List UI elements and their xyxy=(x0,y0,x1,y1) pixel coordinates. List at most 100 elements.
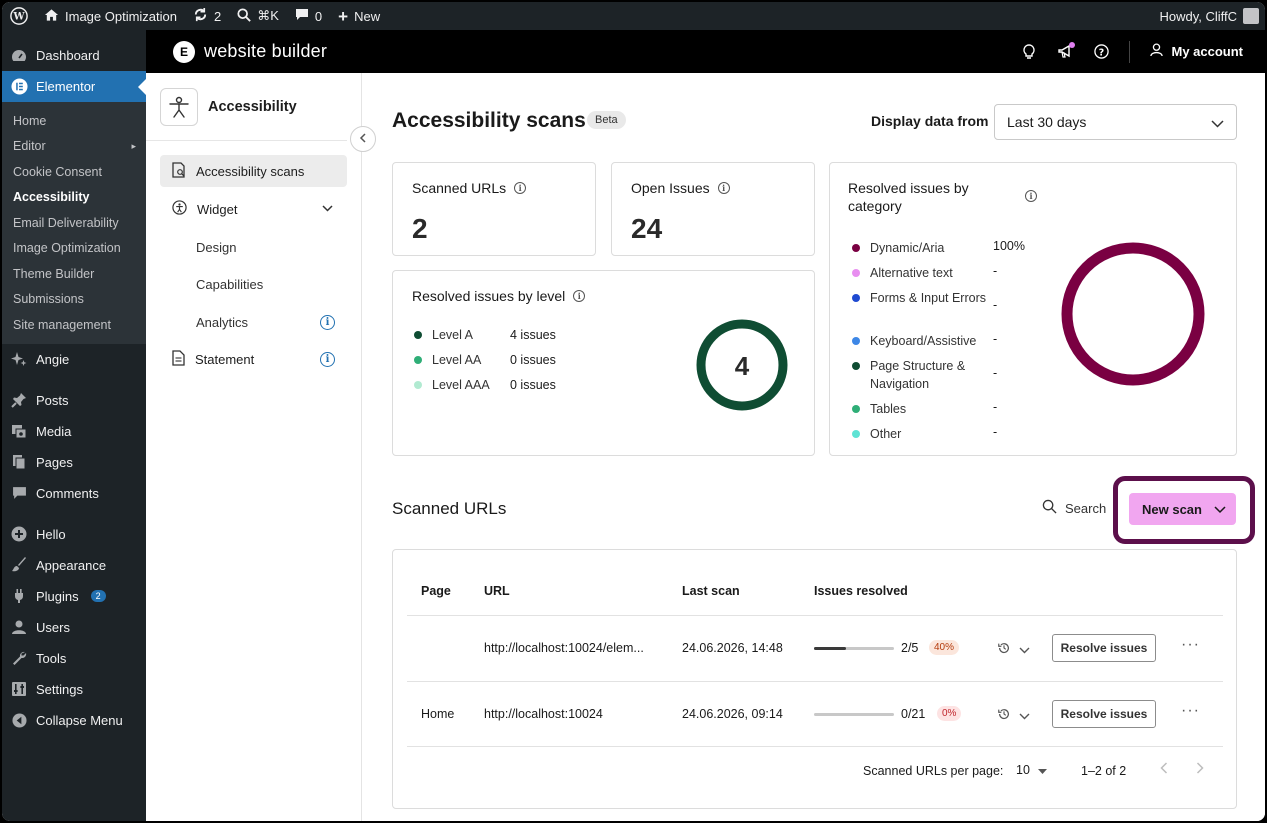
elementor-submenu: Home Editor ▸ Cookie Consent Accessibilit… xyxy=(2,102,146,344)
new-scan-label: New scan xyxy=(1142,501,1202,517)
menu-users[interactable]: Users xyxy=(2,612,146,643)
legend-level-aa: Level AA xyxy=(414,353,481,367)
refresh-icon xyxy=(193,7,208,25)
scan-history-button[interactable] xyxy=(997,641,1030,658)
cell-url[interactable]: http://localhost:10024/elem... xyxy=(484,641,644,655)
cell-resolved-count: 2/5 xyxy=(901,641,919,655)
legend-dot xyxy=(852,362,860,370)
nav-capabilities[interactable]: Capabilities xyxy=(160,269,347,301)
cell-resolved-count: 0/21 xyxy=(901,707,926,721)
menu-collapse[interactable]: Collapse Menu xyxy=(2,705,146,736)
date-range-select[interactable]: Last 30 days xyxy=(994,104,1237,140)
submenu-site-management[interactable]: Site management xyxy=(2,312,146,338)
scan-history-button[interactable] xyxy=(997,707,1030,724)
column-header-url: URL xyxy=(484,584,510,598)
resolve-issues-button[interactable]: Resolve issues xyxy=(1052,700,1156,728)
menu-elementor[interactable]: Elementor xyxy=(2,71,146,102)
search-button[interactable]: Search xyxy=(1042,499,1106,517)
new-content-link[interactable]: + New xyxy=(330,2,388,30)
nav-statement[interactable]: Statement i xyxy=(160,344,347,376)
row-divider xyxy=(407,615,1223,616)
submenu-label: Home xyxy=(13,113,47,128)
search-label: Search xyxy=(1065,500,1107,516)
resolve-issues-button[interactable]: Resolve issues xyxy=(1052,634,1156,662)
legend-category-item: Page Structure & Navigation xyxy=(852,357,988,393)
chevron-down-icon xyxy=(322,203,333,215)
lightbulb-icon[interactable] xyxy=(1021,43,1037,60)
card-label: Scanned URLs xyxy=(412,180,507,196)
nav-label: Statement xyxy=(195,352,255,367)
nav-accessibility-scans[interactable]: Accessibility scans xyxy=(160,155,347,187)
submenu-image-optimization[interactable]: Image Optimization xyxy=(2,236,146,262)
dashboard-icon xyxy=(10,47,28,65)
scan-document-icon xyxy=(172,161,186,181)
user-account-link[interactable]: Howdy, CliffC xyxy=(1151,2,1265,30)
legend-dot xyxy=(852,244,860,252)
nav-label: Accessibility scans xyxy=(196,163,305,179)
legend-category-item: Tables xyxy=(852,400,988,418)
my-account-button[interactable]: My account xyxy=(1150,43,1243,60)
nav-design[interactable]: Design xyxy=(160,231,347,263)
submenu-email-deliverability[interactable]: Email Deliverability xyxy=(2,210,146,236)
site-name-link[interactable]: Image Optimization xyxy=(36,2,185,30)
cell-last-scan: 24.06.2026, 14:48 xyxy=(682,641,783,655)
menu-tools[interactable]: Tools xyxy=(2,643,146,674)
menu-hello[interactable]: Hello xyxy=(2,519,146,550)
collapse-panel-button[interactable] xyxy=(350,126,376,152)
menu-settings[interactable]: Settings xyxy=(2,674,146,705)
menu-comments[interactable]: Comments xyxy=(2,478,146,509)
date-range-value: Last 30 days xyxy=(1007,114,1087,130)
new-scan-button[interactable]: New scan xyxy=(1129,493,1236,525)
cell-url[interactable]: http://localhost:10024 xyxy=(484,707,603,721)
menu-posts[interactable]: Posts xyxy=(2,385,146,416)
submenu-submissions[interactable]: Submissions xyxy=(2,287,146,313)
updates-link[interactable]: 2 xyxy=(185,2,229,30)
menu-appearance[interactable]: Appearance xyxy=(2,550,146,581)
nav-analytics[interactable]: Analytics i xyxy=(160,306,347,338)
next-page-button[interactable] xyxy=(1196,762,1204,777)
info-icon[interactable]: i xyxy=(1025,190,1037,202)
submenu-home[interactable]: Home xyxy=(2,108,146,134)
menu-dashboard[interactable]: Dashboard xyxy=(2,40,146,71)
elementor-icon xyxy=(10,78,28,96)
search-shortcut: ⌘K xyxy=(257,8,279,23)
per-page-select[interactable]: 10 xyxy=(1016,763,1047,777)
info-icon[interactable]: i xyxy=(514,182,527,194)
menu-pages[interactable]: Pages xyxy=(2,447,146,478)
info-icon[interactable]: i xyxy=(717,182,730,194)
legend-label: Other xyxy=(870,427,902,441)
info-icon[interactable]: i xyxy=(320,314,335,330)
nav-widget[interactable]: Widget xyxy=(160,193,347,225)
submenu-accessibility[interactable]: Accessibility xyxy=(2,185,146,211)
menu-plugins[interactable]: Plugins 2 xyxy=(2,581,146,612)
menu-media[interactable]: Media xyxy=(2,416,146,447)
more-options-icon[interactable]: ··· xyxy=(1181,702,1200,720)
comment-icon xyxy=(10,484,28,502)
menu-angie[interactable]: Angie xyxy=(2,344,146,375)
submenu-label: Submissions xyxy=(13,292,84,307)
submenu-cookie-consent[interactable]: Cookie Consent xyxy=(2,159,146,185)
legend-label: Forms & Input Errors xyxy=(870,291,986,305)
legend-value: - xyxy=(993,400,998,414)
notification-dot xyxy=(1069,41,1076,48)
help-icon[interactable]: ? xyxy=(1093,44,1109,60)
submenu-editor[interactable]: Editor ▸ xyxy=(2,134,146,160)
submenu-theme-builder[interactable]: Theme Builder xyxy=(2,261,146,287)
menu-label: Media xyxy=(36,423,72,439)
comments-link[interactable]: 0 xyxy=(287,2,330,30)
search-icon xyxy=(1042,499,1057,517)
svg-text:?: ? xyxy=(1099,47,1104,58)
legend-value: - xyxy=(993,264,998,278)
percent-badge: 40% xyxy=(929,640,960,655)
chevron-left-icon xyxy=(359,132,367,146)
info-icon[interactable]: i xyxy=(320,352,335,367)
legend-dot xyxy=(414,381,422,389)
wordpress-logo-icon[interactable]: W xyxy=(2,2,36,30)
more-options-icon[interactable]: ··· xyxy=(1181,636,1200,654)
search-link[interactable]: ⌘K xyxy=(229,2,287,30)
megaphone-icon[interactable] xyxy=(1057,41,1076,60)
previous-page-button[interactable] xyxy=(1160,762,1168,777)
info-icon[interactable]: i xyxy=(573,290,586,302)
legend-dot xyxy=(852,405,860,413)
legend-level-aaa: Level AAA xyxy=(414,378,490,392)
